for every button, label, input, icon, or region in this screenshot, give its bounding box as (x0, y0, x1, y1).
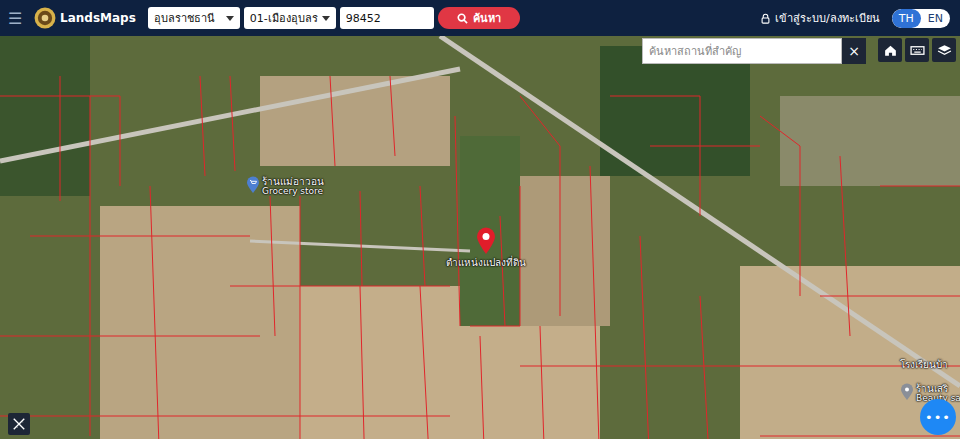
place-marker[interactable]: ร้านแม่อาวอน Grocery store (246, 176, 324, 197)
layers-icon (937, 43, 952, 58)
place-name: ร้านเสริ (916, 383, 960, 394)
language-toggle: THEN (892, 9, 950, 28)
menu-icon[interactable]: ☰ (8, 9, 30, 28)
parcel-number-input[interactable]: 98452 (340, 7, 434, 29)
logo-text: LandsMaps (60, 11, 136, 25)
map-pin-icon (476, 227, 496, 255)
page: ☰ LandsMaps อุบลราชธานี 01-เมืองอุบลราชธ… (0, 0, 960, 439)
measure-tool-button[interactable] (8, 413, 30, 435)
landmark-search: ค้นหาสถานที่สำคัญ × (642, 38, 866, 64)
language-option[interactable]: TH (892, 9, 921, 28)
login-link[interactable]: เข้าสู่ระบบ/ลงทะเบียน (760, 9, 880, 27)
search-button[interactable]: ค้นหา (438, 7, 520, 29)
clear-button[interactable]: × (842, 38, 866, 64)
district-select[interactable]: 01-เมืองอุบลราชธานี (244, 7, 336, 29)
place-pin-icon (900, 383, 914, 401)
chat-button[interactable]: ••• (920, 399, 956, 435)
chevron-down-icon (226, 16, 234, 21)
keyboard-button[interactable] (905, 38, 929, 62)
layers-button[interactable] (932, 38, 956, 62)
shopping-cart-icon (246, 176, 260, 194)
place-name: ร้านแม่อาวอน (262, 176, 324, 187)
emblem-icon (34, 7, 56, 29)
landmark-search-input[interactable]: ค้นหาสถานที่สำคัญ (642, 38, 842, 64)
home-icon (883, 43, 898, 58)
province-select[interactable]: อุบลราชธานี (148, 7, 240, 29)
lock-icon (760, 13, 771, 24)
pin-label: ตำแหน่งแปลงที่ดิน (446, 255, 526, 270)
place-category: Grocery store (262, 187, 324, 197)
place-marker[interactable]: โรงเรียนบ้า (900, 359, 948, 370)
language-option[interactable]: EN (921, 9, 950, 28)
chevron-down-icon (322, 16, 330, 21)
ruler-icon (12, 417, 26, 431)
home-button[interactable] (878, 38, 902, 62)
top-bar: ☰ LandsMaps อุบลราชธานี 01-เมืองอุบลราชธ… (0, 0, 960, 36)
keyboard-icon (910, 43, 925, 58)
map[interactable]: ค้นหาสถานที่สำคัญ × ตำแหน่งแปลงที่ดิน ร้… (0, 36, 960, 439)
parcel-pin[interactable]: ตำแหน่งแปลงที่ดิน (446, 227, 526, 270)
place-name: โรงเรียนบ้า (900, 359, 948, 370)
search-icon (457, 13, 468, 24)
map-tools (878, 38, 956, 62)
logo[interactable]: LandsMaps (34, 7, 136, 29)
